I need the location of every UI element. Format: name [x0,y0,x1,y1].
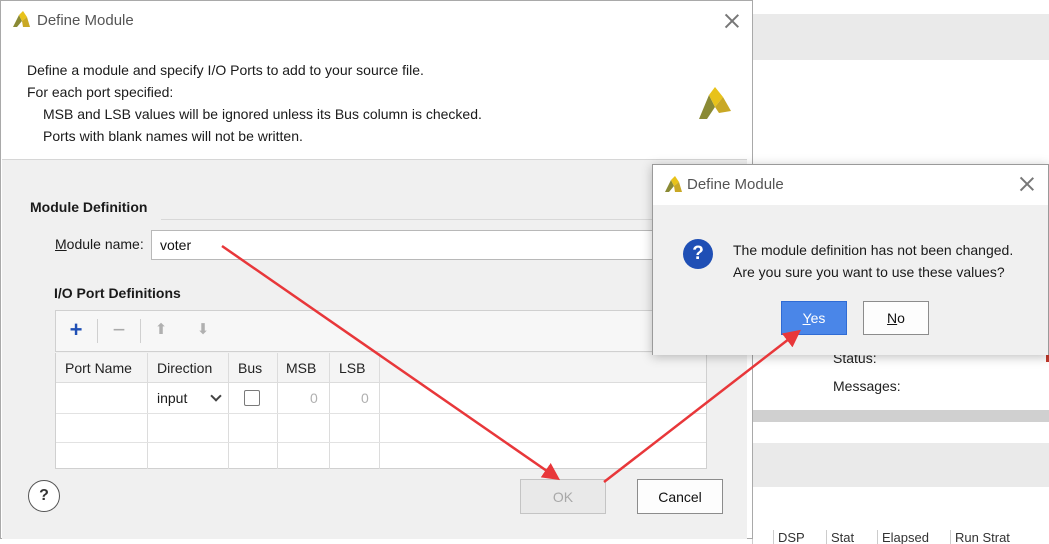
module-name-label: Module name: [55,236,144,252]
confirm-title: Define Module [687,176,784,193]
background-col-dsp[interactable]: DSP [773,530,825,544]
col-msb: MSB [278,353,330,469]
col-bus: Bus [229,353,278,469]
toolbar-divider [140,319,141,343]
confirm-dialog: Define Module ? The module definition ha… [652,164,1049,355]
move-up-icon[interactable]: ⬆ [149,319,173,343]
toolbar-divider [97,319,98,343]
ok-button[interactable]: OK [520,479,606,514]
close-icon[interactable] [1018,175,1036,193]
io-port-table: Port Name Direction Bus MSB LSB input 0 … [55,353,707,469]
header-port-name[interactable]: Port Name [65,360,132,376]
io-port-toolbar: + − ⬆ ⬇ [55,310,707,352]
background-panel-header-2 [752,443,1049,487]
col-direction: Direction [148,353,229,469]
header-direction[interactable]: Direction [157,360,212,376]
header-lsb[interactable]: LSB [339,360,365,376]
yes-button[interactable]: Yes [781,301,847,335]
vivado-logo-icon [13,11,30,27]
background-scrollbar[interactable] [752,410,1049,422]
close-icon[interactable] [723,12,741,30]
lsb-cell[interactable]: 0 [361,390,369,406]
io-port-definitions-title: I/O Port Definitions [54,285,181,301]
header-bus[interactable]: Bus [238,360,262,376]
move-down-icon[interactable]: ⬇ [191,319,215,343]
col-port-name: Port Name [56,353,148,469]
description-line-4: Ports with blank names will not be writt… [43,128,303,144]
confirm-message-line-1: The module definition has not been chang… [733,242,1014,258]
background-col-run-strat[interactable]: Run Strat [950,530,1049,544]
module-definition-title: Module Definition [30,199,148,215]
define-module-dialog: Define Module Define a module and specif… [0,0,753,539]
confirm-message-line-2: Are you sure you want to use these value… [733,264,1005,280]
msb-cell[interactable]: 0 [310,390,318,406]
bus-checkbox[interactable] [244,390,260,406]
background-panel-header [752,14,1049,60]
background-col-elapsed[interactable]: Elapsed [877,530,949,544]
row-divider [56,413,706,414]
no-button[interactable]: No [863,301,929,335]
background-messages-label: Messages: [833,378,901,394]
background-col-stat[interactable]: Stat [826,530,876,544]
direction-select[interactable]: input [157,390,187,406]
confirm-body: ? The module definition has not been cha… [653,205,1048,355]
help-button[interactable]: ? [28,480,60,512]
dialog-description-area: Define a module and specify I/O Ports to… [2,39,747,159]
description-line-3: MSB and LSB values will be ignored unles… [43,106,482,122]
dialog-titlebar[interactable]: Define Module [1,1,752,39]
row-divider [56,442,706,443]
add-port-icon[interactable]: + [64,319,88,343]
question-icon: ? [683,239,713,269]
dialog-title: Define Module [37,12,134,29]
remove-port-icon[interactable]: − [107,319,131,343]
col-lsb: LSB [330,353,380,469]
cancel-button[interactable]: Cancel [637,479,723,514]
vivado-logo-icon [665,176,682,192]
description-line-2: For each port specified: [27,84,174,100]
module-name-input[interactable] [151,230,671,260]
vivado-header-logo-icon [699,87,731,119]
header-msb[interactable]: MSB [286,360,316,376]
description-line-1: Define a module and specify I/O Ports to… [27,62,424,78]
background-col-0[interactable] [752,530,772,544]
